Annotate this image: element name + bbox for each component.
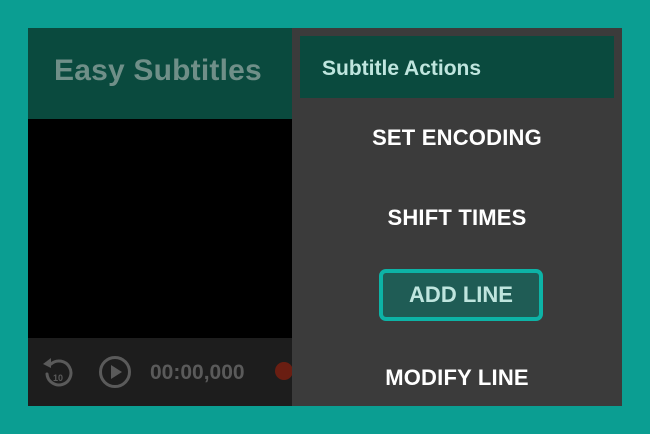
menu-item-set-encoding[interactable]: SET ENCODING (292, 125, 622, 151)
seek-handle[interactable] (275, 362, 293, 380)
subtitle-actions-menu: Subtitle Actions SET ENCODING SHIFT TIME… (292, 28, 622, 406)
app-title: Easy Subtitles (54, 54, 262, 87)
menu-item-add-line[interactable]: ADD LINE (379, 269, 543, 321)
menu-item-shift-times[interactable]: SHIFT TIMES (292, 205, 622, 231)
menu-item-modify-line[interactable]: MODIFY LINE (292, 365, 622, 391)
menu-header: Subtitle Actions (300, 36, 614, 98)
playback-time: 00:00,000 (150, 361, 245, 384)
play-circle-icon[interactable] (98, 355, 132, 394)
replay-badge: 10 (53, 373, 63, 383)
menu-header-title: Subtitle Actions (322, 57, 482, 80)
replay-10-icon[interactable]: 10 (42, 356, 74, 395)
app-screen: Easy Subtitles 10 00:00,000 Subtitle Act… (28, 28, 622, 406)
